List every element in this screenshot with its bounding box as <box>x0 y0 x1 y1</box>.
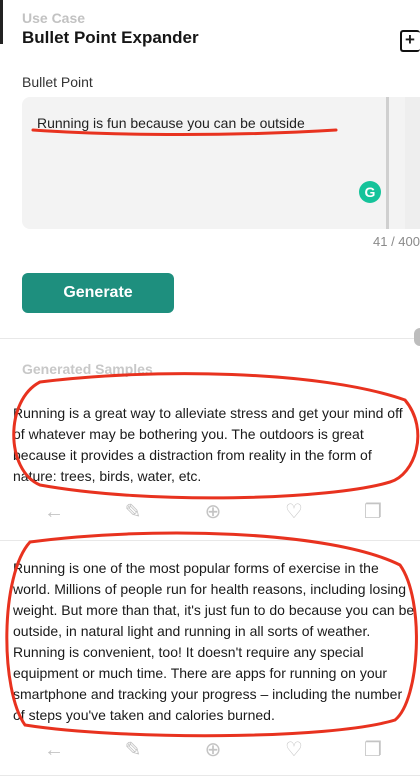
sample-text-2: Running is one of the most popular forms… <box>13 560 415 723</box>
divider <box>0 540 420 541</box>
grammarly-icon[interactable]: G <box>359 181 381 203</box>
add-icon[interactable]: + <box>400 30 420 52</box>
section-label: Use Case <box>22 10 86 26</box>
bullet-point-value[interactable]: Running is fun because you can be outsid… <box>37 115 305 131</box>
arrow-left-icon[interactable]: ← <box>42 500 66 524</box>
bullet-point-input[interactable]: Running is fun because you can be outsid… <box>22 97 408 229</box>
sample-actions-1: ← ✎ ⊕ ♡ ❐ <box>0 500 420 530</box>
plus-circle-icon[interactable]: ⊕ <box>201 738 225 762</box>
copy-icon[interactable]: ❐ <box>361 738 385 762</box>
side-panel-strip <box>405 97 420 229</box>
page-title: Bullet Point Expander <box>22 28 199 47</box>
bullet-point-label: Bullet Point <box>22 74 93 90</box>
generate-button[interactable]: Generate <box>22 273 174 313</box>
edit-icon[interactable]: ✎ <box>121 500 145 524</box>
sample-text-1: Running is a great way to alleviate stre… <box>13 405 403 484</box>
edit-icon[interactable]: ✎ <box>121 738 145 762</box>
arrow-left-icon[interactable]: ← <box>42 738 66 762</box>
header: Use Case Bullet Point Expander <box>22 10 199 48</box>
panel-resize-handle[interactable] <box>414 328 420 346</box>
textarea-scrollbar[interactable] <box>386 97 389 229</box>
heart-icon[interactable]: ♡ <box>282 500 306 524</box>
plus-circle-icon[interactable]: ⊕ <box>201 500 225 524</box>
divider <box>0 775 420 776</box>
divider <box>0 338 420 339</box>
left-edge-bar <box>0 0 3 44</box>
copy-icon[interactable]: ❐ <box>361 500 385 524</box>
generated-samples-label: Generated Samples <box>22 361 153 377</box>
heart-icon[interactable]: ♡ <box>282 738 306 762</box>
character-count: 41 / 400 <box>373 234 420 249</box>
sample-actions-2: ← ✎ ⊕ ♡ ❐ <box>0 738 420 768</box>
